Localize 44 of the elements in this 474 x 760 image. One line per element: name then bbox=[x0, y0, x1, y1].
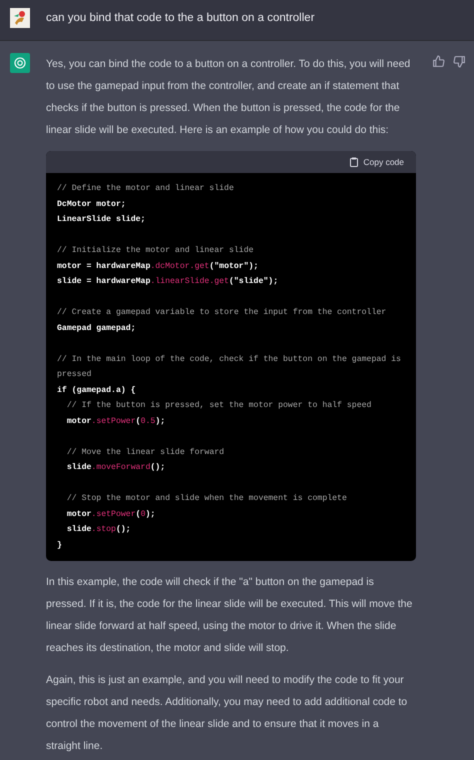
assistant-logo-icon bbox=[10, 53, 30, 73]
user-message: can you bind that code to the a button on a controller bbox=[46, 11, 315, 26]
code-text: // In the main loop of the code, check if the button on the gamepad is pressed bbox=[57, 354, 402, 379]
code-text: slide bbox=[66, 525, 92, 534]
code-text: .linearSlide.get bbox=[150, 277, 229, 286]
code-text: ("motor"); bbox=[209, 262, 258, 270]
code-text: if (gamepad.a) { bbox=[57, 386, 136, 394]
code-text: .setPower bbox=[91, 510, 136, 518]
code-text: LinearSlide slide; bbox=[57, 215, 146, 224]
code-text: ("slide"); bbox=[228, 277, 278, 286]
code-text: 0 bbox=[140, 510, 146, 518]
thumbs-down-icon[interactable] bbox=[453, 55, 466, 68]
code-text: slide = hardwareMap bbox=[57, 277, 150, 286]
assistant-paragraph: In this example, the code will check if the "a" button on the gamepad is pressed. If it is, the code for the linear slide will be executed. This will move the linear slide forward at half speed, using the motor to drive it. When the slide reaches its destination, the motor and slide will stop. bbox=[46, 575, 414, 656]
code-text: 0.5 bbox=[140, 416, 156, 426]
code-text: .dcMotor.get bbox=[150, 262, 210, 270]
code-text: // If the button is pressed, set the motor power to half speed bbox=[66, 401, 372, 410]
code-text: // Create a gamepad variable to store the input from the controller bbox=[57, 308, 386, 317]
code-text: (); bbox=[150, 463, 166, 472]
code-text: ( bbox=[136, 510, 141, 518]
clipboard-icon bbox=[350, 157, 358, 167]
code-text: // Define the motor and linear slide bbox=[57, 184, 234, 193]
assistant-paragraph: Yes, you can bind the code to a button on a controller. To do this, you will need to use the gamepad input from the controller, and create an if statement that checks if the button is pressed. When the button is pressed, the code for the linear slide will be executed. Here is an example of how you could do this: bbox=[46, 57, 412, 138]
code-text: .setPower bbox=[91, 416, 136, 426]
code-text: DcMotor motor; bbox=[57, 200, 126, 208]
code-text: ); bbox=[155, 416, 166, 426]
code-text: (); bbox=[116, 525, 131, 534]
copy-code-button[interactable]: Copy code bbox=[350, 157, 404, 167]
thumbs-up-icon[interactable] bbox=[432, 55, 445, 68]
user-avatar-icon bbox=[10, 8, 30, 28]
assistant-paragraph: Again, this is just an example, and you will need to modify the code to fit your specific robot and needs. Additionally, you may need to add additional code to control the movement of the linear slide and to ensure that it moves in a straight line. bbox=[46, 673, 408, 754]
code-text: .stop bbox=[91, 525, 116, 534]
code-text: // Initialize the motor and linear slide bbox=[57, 246, 254, 255]
code-text: Gamepad gamepad; bbox=[57, 324, 136, 332]
code-text: motor = hardwareMap bbox=[57, 262, 150, 270]
code-text: } bbox=[57, 540, 62, 550]
code-text: motor bbox=[66, 510, 92, 518]
code-text: motor bbox=[66, 416, 92, 426]
code-text: ( bbox=[136, 416, 141, 426]
code-text: ); bbox=[145, 510, 156, 518]
code-text: .moveForward bbox=[91, 463, 150, 472]
code-text: // Move the linear slide forward bbox=[66, 448, 224, 456]
code-text: slide bbox=[66, 463, 92, 472]
code-text: // Stop the motor and slide when the movement is complete bbox=[66, 494, 347, 503]
